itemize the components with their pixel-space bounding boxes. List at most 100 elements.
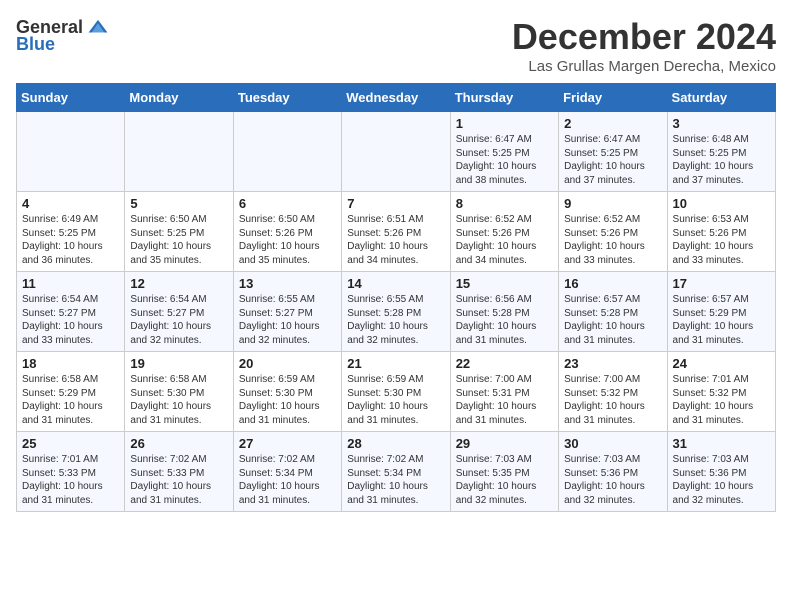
day-info: Sunrise: 6:51 AMSunset: 5:26 PMDaylight:…: [347, 213, 444, 267]
day-info: Sunrise: 6:57 AMSunset: 5:28 PMDaylight:…: [564, 293, 661, 347]
day-number: 16: [564, 276, 661, 291]
day-info: Sunrise: 6:55 AMSunset: 5:27 PMDaylight:…: [239, 293, 336, 347]
day-cell-25: 25 Sunrise: 7:01 AMSunset: 5:33 PMDaylig…: [17, 432, 125, 512]
day-cell-18: 18 Sunrise: 6:58 AMSunset: 5:29 PMDaylig…: [17, 352, 125, 432]
column-header-tuesday: Tuesday: [233, 84, 341, 112]
day-number: 6: [239, 196, 336, 211]
day-info: Sunrise: 6:52 AMSunset: 5:26 PMDaylight:…: [564, 213, 661, 267]
day-number: 7: [347, 196, 444, 211]
empty-cell: [342, 112, 450, 192]
day-cell-11: 11 Sunrise: 6:54 AMSunset: 5:27 PMDaylig…: [17, 272, 125, 352]
column-header-friday: Friday: [559, 84, 667, 112]
day-cell-30: 30 Sunrise: 7:03 AMSunset: 5:36 PMDaylig…: [559, 432, 667, 512]
day-cell-1: 1 Sunrise: 6:47 AMSunset: 5:25 PMDayligh…: [450, 112, 558, 192]
day-cell-26: 26 Sunrise: 7:02 AMSunset: 5:33 PMDaylig…: [125, 432, 233, 512]
day-info: Sunrise: 6:47 AMSunset: 5:25 PMDaylight:…: [564, 133, 661, 187]
day-number: 19: [130, 356, 227, 371]
logo-icon: [87, 16, 109, 38]
day-info: Sunrise: 6:49 AMSunset: 5:25 PMDaylight:…: [22, 213, 119, 267]
day-info: Sunrise: 6:58 AMSunset: 5:29 PMDaylight:…: [22, 373, 119, 427]
day-cell-8: 8 Sunrise: 6:52 AMSunset: 5:26 PMDayligh…: [450, 192, 558, 272]
column-header-saturday: Saturday: [667, 84, 775, 112]
column-header-wednesday: Wednesday: [342, 84, 450, 112]
day-number: 3: [673, 116, 770, 131]
day-cell-9: 9 Sunrise: 6:52 AMSunset: 5:26 PMDayligh…: [559, 192, 667, 272]
day-number: 21: [347, 356, 444, 371]
day-cell-16: 16 Sunrise: 6:57 AMSunset: 5:28 PMDaylig…: [559, 272, 667, 352]
day-info: Sunrise: 6:53 AMSunset: 5:26 PMDaylight:…: [673, 213, 770, 267]
day-number: 10: [673, 196, 770, 211]
logo-blue: Blue: [16, 34, 55, 55]
day-number: 27: [239, 436, 336, 451]
day-cell-10: 10 Sunrise: 6:53 AMSunset: 5:26 PMDaylig…: [667, 192, 775, 272]
day-info: Sunrise: 6:59 AMSunset: 5:30 PMDaylight:…: [239, 373, 336, 427]
day-info: Sunrise: 6:56 AMSunset: 5:28 PMDaylight:…: [456, 293, 553, 347]
day-cell-29: 29 Sunrise: 7:03 AMSunset: 5:35 PMDaylig…: [450, 432, 558, 512]
day-info: Sunrise: 6:50 AMSunset: 5:26 PMDaylight:…: [239, 213, 336, 267]
column-header-monday: Monday: [125, 84, 233, 112]
day-number: 11: [22, 276, 119, 291]
day-cell-15: 15 Sunrise: 6:56 AMSunset: 5:28 PMDaylig…: [450, 272, 558, 352]
day-info: Sunrise: 7:03 AMSunset: 5:36 PMDaylight:…: [673, 453, 770, 507]
day-cell-5: 5 Sunrise: 6:50 AMSunset: 5:25 PMDayligh…: [125, 192, 233, 272]
day-info: Sunrise: 6:57 AMSunset: 5:29 PMDaylight:…: [673, 293, 770, 347]
day-number: 5: [130, 196, 227, 211]
week-row-4: 18 Sunrise: 6:58 AMSunset: 5:29 PMDaylig…: [17, 352, 776, 432]
day-number: 15: [456, 276, 553, 291]
day-cell-2: 2 Sunrise: 6:47 AMSunset: 5:25 PMDayligh…: [559, 112, 667, 192]
day-info: Sunrise: 6:59 AMSunset: 5:30 PMDaylight:…: [347, 373, 444, 427]
day-cell-3: 3 Sunrise: 6:48 AMSunset: 5:25 PMDayligh…: [667, 112, 775, 192]
day-info: Sunrise: 6:58 AMSunset: 5:30 PMDaylight:…: [130, 373, 227, 427]
day-cell-7: 7 Sunrise: 6:51 AMSunset: 5:26 PMDayligh…: [342, 192, 450, 272]
week-row-3: 11 Sunrise: 6:54 AMSunset: 5:27 PMDaylig…: [17, 272, 776, 352]
day-info: Sunrise: 7:03 AMSunset: 5:35 PMDaylight:…: [456, 453, 553, 507]
day-number: 12: [130, 276, 227, 291]
logo: General Blue: [16, 16, 109, 55]
empty-cell: [125, 112, 233, 192]
column-header-sunday: Sunday: [17, 84, 125, 112]
day-number: 20: [239, 356, 336, 371]
day-number: 24: [673, 356, 770, 371]
day-cell-23: 23 Sunrise: 7:00 AMSunset: 5:32 PMDaylig…: [559, 352, 667, 432]
empty-cell: [233, 112, 341, 192]
week-row-1: 1 Sunrise: 6:47 AMSunset: 5:25 PMDayligh…: [17, 112, 776, 192]
calendar-table: SundayMondayTuesdayWednesdayThursdayFrid…: [16, 83, 776, 512]
day-number: 14: [347, 276, 444, 291]
day-cell-12: 12 Sunrise: 6:54 AMSunset: 5:27 PMDaylig…: [125, 272, 233, 352]
day-number: 23: [564, 356, 661, 371]
day-info: Sunrise: 7:03 AMSunset: 5:36 PMDaylight:…: [564, 453, 661, 507]
day-info: Sunrise: 7:01 AMSunset: 5:32 PMDaylight:…: [673, 373, 770, 427]
day-info: Sunrise: 6:50 AMSunset: 5:25 PMDaylight:…: [130, 213, 227, 267]
day-info: Sunrise: 6:55 AMSunset: 5:28 PMDaylight:…: [347, 293, 444, 347]
day-cell-27: 27 Sunrise: 7:02 AMSunset: 5:34 PMDaylig…: [233, 432, 341, 512]
day-cell-24: 24 Sunrise: 7:01 AMSunset: 5:32 PMDaylig…: [667, 352, 775, 432]
day-info: Sunrise: 7:01 AMSunset: 5:33 PMDaylight:…: [22, 453, 119, 507]
day-number: 30: [564, 436, 661, 451]
week-row-2: 4 Sunrise: 6:49 AMSunset: 5:25 PMDayligh…: [17, 192, 776, 272]
day-info: Sunrise: 6:48 AMSunset: 5:25 PMDaylight:…: [673, 133, 770, 187]
day-info: Sunrise: 7:00 AMSunset: 5:31 PMDaylight:…: [456, 373, 553, 427]
week-row-5: 25 Sunrise: 7:01 AMSunset: 5:33 PMDaylig…: [17, 432, 776, 512]
day-cell-21: 21 Sunrise: 6:59 AMSunset: 5:30 PMDaylig…: [342, 352, 450, 432]
day-cell-17: 17 Sunrise: 6:57 AMSunset: 5:29 PMDaylig…: [667, 272, 775, 352]
day-cell-6: 6 Sunrise: 6:50 AMSunset: 5:26 PMDayligh…: [233, 192, 341, 272]
day-number: 9: [564, 196, 661, 211]
day-number: 28: [347, 436, 444, 451]
day-cell-22: 22 Sunrise: 7:00 AMSunset: 5:31 PMDaylig…: [450, 352, 558, 432]
day-cell-4: 4 Sunrise: 6:49 AMSunset: 5:25 PMDayligh…: [17, 192, 125, 272]
day-cell-28: 28 Sunrise: 7:02 AMSunset: 5:34 PMDaylig…: [342, 432, 450, 512]
header: General Blue December 2024 Las Grullas M…: [16, 16, 776, 75]
day-number: 31: [673, 436, 770, 451]
day-info: Sunrise: 6:54 AMSunset: 5:27 PMDaylight:…: [130, 293, 227, 347]
day-info: Sunrise: 7:02 AMSunset: 5:34 PMDaylight:…: [347, 453, 444, 507]
day-info: Sunrise: 7:02 AMSunset: 5:33 PMDaylight:…: [130, 453, 227, 507]
day-info: Sunrise: 6:52 AMSunset: 5:26 PMDaylight:…: [456, 213, 553, 267]
day-number: 26: [130, 436, 227, 451]
day-number: 22: [456, 356, 553, 371]
title-area: December 2024 Las Grullas Margen Derecha…: [512, 16, 776, 75]
day-cell-13: 13 Sunrise: 6:55 AMSunset: 5:27 PMDaylig…: [233, 272, 341, 352]
header-row: SundayMondayTuesdayWednesdayThursdayFrid…: [17, 84, 776, 112]
day-number: 13: [239, 276, 336, 291]
month-title: December 2024: [512, 16, 776, 58]
day-info: Sunrise: 7:00 AMSunset: 5:32 PMDaylight:…: [564, 373, 661, 427]
